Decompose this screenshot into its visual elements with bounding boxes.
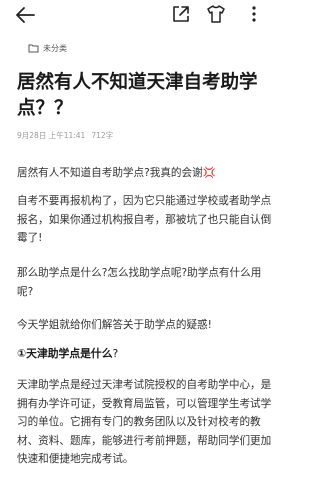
back-arrow-icon[interactable] [14,5,36,25]
more-vertical-icon[interactable] [247,3,261,25]
section-paragraph: 天津助学点是经过天津考试院授权的自考助学中心，是拥有办学许可证，受教育局监管，可… [17,379,272,465]
section-heading-text: ①天津助学点是什么 [17,347,113,360]
article-title: 居然有人不知道天津自考助学点？？ [17,72,258,119]
shirt-icon[interactable] [205,3,227,25]
category-label: 未分类 [43,43,67,53]
article-meta: 9月28日 上午11:41 712字 [17,129,113,141]
paragraph: 今天学姐就给你们解答关于助学点的疑惑! [17,319,212,331]
word-count: 712字 [91,130,114,140]
top-bar [0,0,283,30]
folder-icon [28,44,39,53]
share-icon[interactable] [170,3,192,25]
section-heading-suffix: ? [112,347,119,360]
section-heading: ①天津助学点是什么? [17,345,272,364]
paragraph: 居然有人不知道自考助学点?我真的会谢💢 [17,167,216,179]
paragraph: 自考不要再报机构了，因为它只能通过学校或者助学点报名，如果你通过机构报自考，那被… [17,195,272,244]
paragraph: 那么助学点是什么?怎么找助学点呢?助学点有什么用呢? [17,267,262,298]
article-date: 9月28日 上午11:41 [17,130,86,140]
category-tag[interactable]: 未分类 [28,41,67,55]
